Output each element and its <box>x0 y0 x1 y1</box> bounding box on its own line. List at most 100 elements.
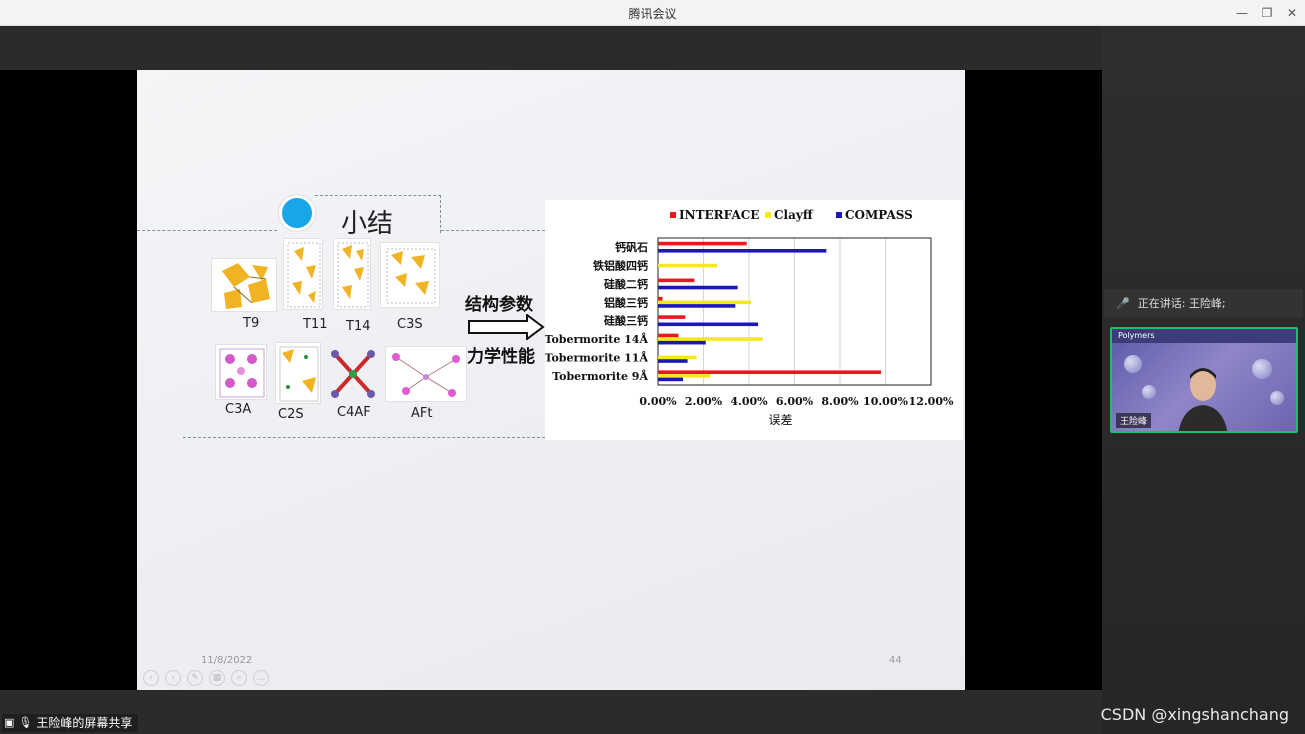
molecule-decoration <box>1124 355 1142 373</box>
x-tick-label: 8.00% <box>821 395 859 408</box>
bar-clayff <box>658 300 752 305</box>
crystal-label: T11 <box>303 317 328 332</box>
dashed-divider <box>183 437 545 438</box>
bar-interface <box>658 278 695 283</box>
crystal-image-aft <box>385 346 467 402</box>
crystal-label: C3S <box>397 317 423 332</box>
slide-navigation-tools: ‹ › ✎ ▦ ⌕ … <box>143 670 269 686</box>
crystal-structure-icon <box>222 263 270 309</box>
error-bar-chart: INTERFACE Clayff COMPASS 0.00% 2.00% 4.00% 6.0… <box>545 200 963 440</box>
bar-compass <box>658 285 738 290</box>
x-tick-label: 2.00% <box>685 395 723 408</box>
bar-interface <box>658 333 679 338</box>
top-toolbar-area <box>0 26 1102 70</box>
y-category-label: 铁铝酸四钙 <box>593 259 648 273</box>
bar-compass <box>658 248 827 253</box>
slide-date: 11/8/2022 <box>201 655 253 666</box>
y-category-label: 硅酸二钙 <box>604 277 648 291</box>
crystal-image-c3s <box>380 242 440 308</box>
screen-share-icon: ▣ <box>4 716 15 729</box>
crystal-label: T9 <box>243 316 260 331</box>
y-category-label: 硅酸三钙 <box>604 314 648 328</box>
bar-compass <box>658 359 688 363</box>
crystal-image-c4af <box>327 346 379 402</box>
y-category-label: Tobermorite 11Å <box>545 350 648 364</box>
bar-clayff <box>658 355 697 360</box>
bullet-dot <box>279 195 315 231</box>
crystal-label: AFt <box>411 406 433 421</box>
window-titlebar: 腾讯会议 — ❐ ✕ <box>0 0 1305 26</box>
legend-label: INTERFACE <box>679 208 759 222</box>
speaking-indicator: 🎤 正在讲话: 王险峰; <box>1104 289 1303 317</box>
legend-swatch <box>765 212 771 218</box>
shared-slide: 小结 T9 T11 T14 C3S C3A C2S C4AF AFt 结构参数 … <box>137 70 965 690</box>
arrow-bottom-text: 力学性能 <box>467 347 535 367</box>
more-options-icon[interactable]: … <box>253 670 269 686</box>
x-axis-label: 误差 <box>768 413 792 427</box>
crystal-label: C2S <box>278 407 304 422</box>
minimize-button[interactable]: — <box>1231 3 1253 23</box>
x-tick-label: 6.00% <box>776 395 814 408</box>
legend-swatch <box>836 212 842 218</box>
molecule-decoration <box>1252 359 1272 379</box>
crystal-image-c2s <box>275 342 321 404</box>
y-category-label: 铝酸三钙 <box>604 295 648 309</box>
bar-clayff <box>658 263 718 268</box>
bar-compass <box>658 377 684 382</box>
legend-label: COMPASS <box>845 208 913 222</box>
crystal-image-t14 <box>333 238 371 310</box>
restore-button[interactable]: ❐ <box>1256 3 1278 23</box>
prev-slide-icon[interactable]: ‹ <box>143 670 159 686</box>
bar-interface <box>658 296 663 301</box>
window-title: 腾讯会议 <box>628 7 677 21</box>
pen-icon[interactable]: ✎ <box>187 670 203 686</box>
bar-compass <box>658 304 736 308</box>
x-tick-label: 0.00% <box>639 395 677 408</box>
bar-clayff <box>658 374 711 378</box>
zoom-icon[interactable]: ⌕ <box>231 670 247 686</box>
bar-interface <box>658 241 747 246</box>
csdn-watermark: CSDN @xingshanchang <box>1100 705 1289 724</box>
speaker-icon: 🎤 <box>1116 296 1130 310</box>
microphone-icon: 🎙 <box>18 716 33 729</box>
section-title: 小结 <box>341 209 394 239</box>
right-arrow-icon <box>468 314 545 340</box>
video-banner: Polymers <box>1112 329 1296 343</box>
legend-label: Clayff <box>774 208 814 222</box>
close-button[interactable]: ✕ <box>1281 3 1303 23</box>
crystal-label: T14 <box>346 319 371 334</box>
legend-swatch <box>670 212 676 218</box>
bar-clayff <box>658 337 763 341</box>
y-category-label: Tobermorite 9Å <box>552 369 648 383</box>
slide-page-number: 44 <box>889 655 902 666</box>
y-category-label: Tobermorite 14Å <box>545 332 648 346</box>
bar-compass <box>658 322 759 327</box>
crystal-structure-icon <box>219 348 265 398</box>
arrow-top-text: 结构参数 <box>465 295 533 315</box>
crystal-label: C3A <box>225 402 252 417</box>
molecule-decoration <box>1142 385 1156 399</box>
dashed-divider <box>137 230 277 231</box>
crystal-structure-icon <box>331 350 375 398</box>
participant-video-tile[interactable]: Polymers 王险峰 <box>1110 327 1298 433</box>
crystal-image-t9 <box>211 258 277 312</box>
bar-compass <box>658 340 706 345</box>
molecule-decoration <box>1270 391 1284 405</box>
slides-grid-icon[interactable]: ▦ <box>209 670 225 686</box>
crystal-image-c3a <box>215 344 267 400</box>
x-tick-label: 4.00% <box>730 395 768 408</box>
dashed-divider <box>441 230 545 231</box>
crystal-label: C4AF <box>337 405 371 420</box>
bottom-bar: ▣ 🎙 王险峰的屏幕共享 <box>0 690 1102 734</box>
y-category-label: 钙矾石 <box>615 240 648 254</box>
next-slide-icon[interactable]: › <box>165 670 181 686</box>
screen-share-indicator: ▣ 🎙 王险峰的屏幕共享 <box>2 714 139 732</box>
x-tick-label: 10.00% <box>863 395 908 408</box>
crystal-structure-icon <box>337 242 369 308</box>
chart-canvas: INTERFACE Clayff COMPASS 0.00% 2.00% 4.00% 6.0… <box>545 208 954 427</box>
bar-interface <box>658 315 686 319</box>
crystal-structure-icon <box>392 353 460 397</box>
crystal-structure-icon <box>287 242 321 308</box>
speaking-label: 正在讲话: 王险峰; <box>1137 297 1226 310</box>
screen-share-label: 王险峰的屏幕共享 <box>36 716 133 730</box>
